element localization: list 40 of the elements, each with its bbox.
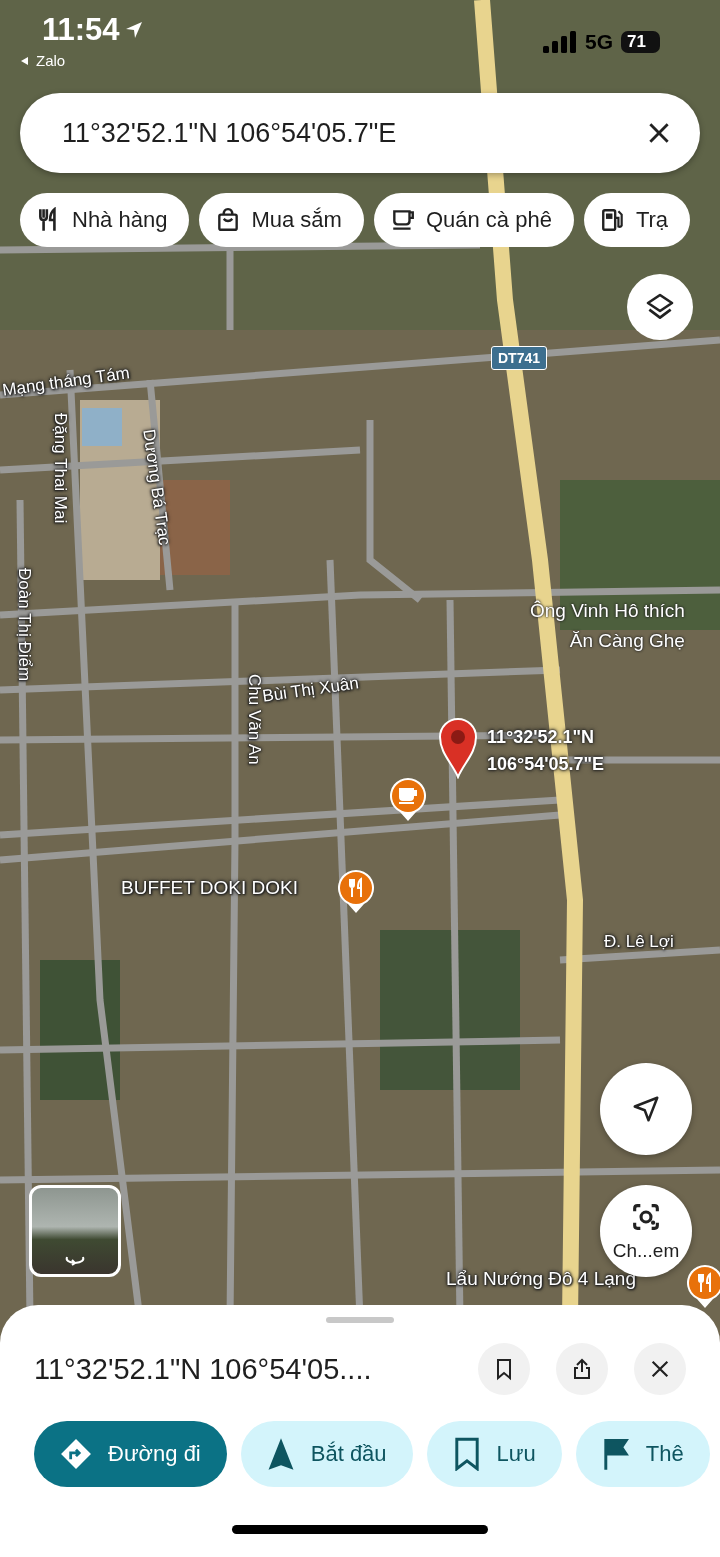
- restaurant-pin-icon[interactable]: [336, 868, 376, 914]
- back-triangle-icon: [20, 55, 30, 66]
- close-button[interactable]: [634, 1343, 686, 1395]
- cafe-pin-icon[interactable]: [388, 776, 428, 822]
- share-button[interactable]: [556, 1343, 608, 1395]
- action-button[interactable]: Bắt đầu: [240, 1421, 413, 1487]
- restaurant-pin-icon[interactable]: [685, 1263, 720, 1309]
- category-chip[interactable]: Mua sắm: [199, 193, 364, 247]
- place-title: 11°32'52.1"N 106°54'05....: [34, 1352, 372, 1386]
- place-label: BUFFET DOKI DOKI: [121, 877, 298, 899]
- street-label: Đoàn Thị Điểm: [14, 568, 34, 682]
- map-pin-icon[interactable]: [438, 717, 478, 779]
- action-button[interactable]: Lưu: [426, 1421, 562, 1487]
- navigation-arrow-icon: [266, 1437, 295, 1471]
- category-chip[interactable]: Quán cà phê: [373, 193, 574, 247]
- bookmark-icon: [452, 1437, 481, 1471]
- status-time: 11:54: [42, 12, 120, 48]
- signal-icon: [543, 31, 578, 53]
- close-icon: [649, 1358, 671, 1380]
- road-shield: DT741: [491, 346, 548, 370]
- directions-icon: [60, 1438, 92, 1470]
- flag-icon: [601, 1437, 630, 1471]
- street-label: Mạng tháng Tám: [1, 363, 131, 401]
- street-label: Đặng Thai Mai: [50, 413, 70, 524]
- fuel-pump-icon: [599, 207, 626, 233]
- street-label: Đ. Lê Lợi: [604, 932, 674, 952]
- street-label: Dương Bá Trạc: [138, 428, 175, 547]
- action-button[interactable]: Đường đi: [34, 1421, 227, 1487]
- battery-indicator: 71: [621, 31, 660, 53]
- network-type: 5G: [585, 30, 614, 54]
- search-field[interactable]: 11°32'52.1"N 106°54'05.7"E: [20, 93, 700, 173]
- save-button[interactable]: [478, 1343, 530, 1395]
- navigation-arrow-icon: [631, 1094, 661, 1124]
- street-view-thumbnail[interactable]: [29, 1185, 121, 1277]
- action-button[interactable]: Thê: [575, 1421, 710, 1487]
- back-to-app-link[interactable]: Zalo: [20, 52, 66, 69]
- street-label: Bùi Thị Xuân: [261, 673, 360, 707]
- street-label: Chu Văn An: [244, 674, 264, 765]
- drag-handle[interactable]: [326, 1317, 394, 1323]
- category-chip[interactable]: Nhà hàng: [20, 193, 190, 247]
